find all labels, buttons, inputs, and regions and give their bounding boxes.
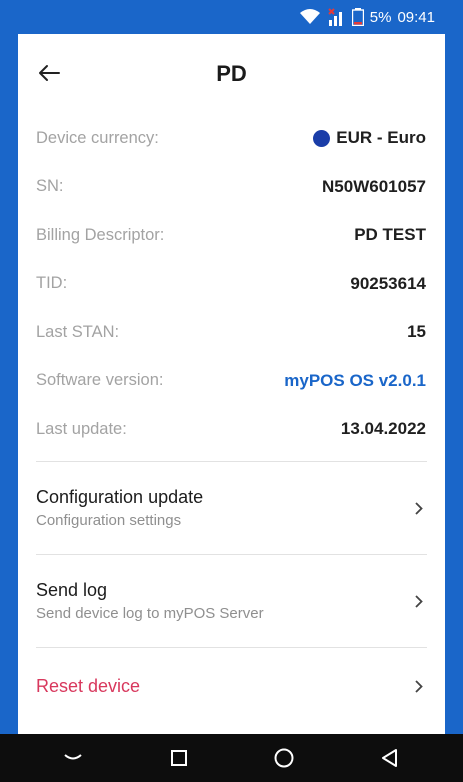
info-label: Last STAN:: [36, 322, 120, 341]
info-label: Software version:: [36, 371, 164, 390]
recents-icon[interactable]: [164, 743, 194, 773]
reset-device-label: Reset device: [36, 675, 141, 696]
info-value: 13.04.2022: [340, 419, 426, 439]
menu-text: Configuration update Configuration setti…: [36, 487, 203, 529]
info-label: TID:: [36, 274, 68, 293]
status-time: 09:41: [397, 8, 435, 26]
system-nav-bar: [0, 734, 463, 782]
app-header: PD: [18, 34, 445, 114]
info-value: 15: [407, 322, 426, 342]
page-title: PD: [216, 61, 247, 86]
info-row-last-update: Last update: 13.04.2022: [18, 405, 445, 454]
chevron-right-icon: [412, 501, 426, 515]
info-row-stan: Last STAN: 15: [18, 308, 445, 357]
battery-icon: [351, 8, 364, 26]
menu-title: Configuration update: [36, 487, 204, 507]
info-value: PD TEST: [354, 225, 426, 245]
status-bar: 5% 09:41: [18, 0, 445, 34]
info-value: 90253614: [350, 273, 426, 293]
info-value: EUR - Euro: [313, 128, 426, 148]
menu-text: Send log Send device log to myPOS Server: [36, 580, 264, 622]
info-label: Last update:: [36, 419, 127, 438]
eu-flag-icon: [313, 129, 331, 147]
home-icon[interactable]: [269, 743, 299, 773]
info-label: SN:: [36, 177, 64, 196]
chevron-right-icon: [412, 679, 426, 693]
back-icon[interactable]: [375, 743, 405, 773]
menu-subtitle: Send device log to myPOS Server: [36, 605, 264, 622]
device-info-list: Device currency: EUR - Euro SN: N50W6010…: [18, 114, 445, 454]
configuration-update-item[interactable]: Configuration update Configuration setti…: [18, 462, 445, 554]
info-row-billing: Billing Descriptor: PD TEST: [18, 211, 445, 260]
software-version-link[interactable]: myPOS OS v2.0.1: [284, 371, 426, 391]
reset-device-item[interactable]: Reset device: [18, 648, 445, 724]
no-signal-icon: [326, 8, 346, 26]
info-label: Billing Descriptor:: [36, 225, 165, 244]
wifi-icon: [299, 9, 320, 25]
info-label: Device currency:: [36, 128, 159, 147]
info-value: N50W601057: [322, 176, 426, 196]
chevron-right-icon: [412, 594, 426, 608]
menu-subtitle: Configuration settings: [36, 512, 182, 529]
info-row-sn: SN: N50W601057: [18, 163, 445, 212]
hide-keyboard-icon[interactable]: [58, 743, 88, 773]
send-log-item[interactable]: Send log Send device log to myPOS Server: [18, 555, 445, 647]
info-row-currency: Device currency: EUR - Euro: [18, 114, 445, 163]
info-row-software: Software version: myPOS OS v2.0.1: [18, 357, 445, 406]
currency-value: EUR - Euro: [336, 128, 426, 148]
battery-percent: 5%: [369, 8, 392, 26]
menu-title: Send log: [36, 580, 108, 600]
info-row-tid: TID: 90253614: [18, 260, 445, 309]
